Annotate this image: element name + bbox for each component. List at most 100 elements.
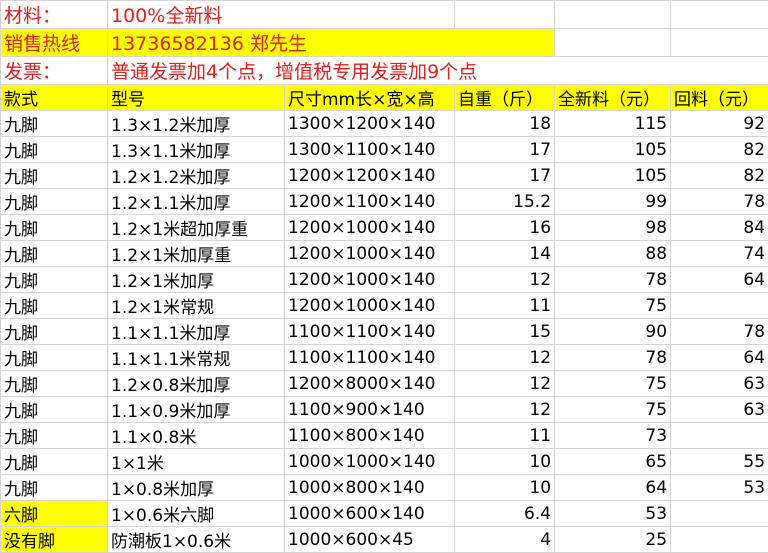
- material-value[interactable]: 100%全新料: [108, 1, 455, 29]
- new-price-cell[interactable]: 78: [555, 267, 671, 293]
- recycled-price-cell[interactable]: 53: [671, 475, 768, 501]
- style-cell[interactable]: 九脚: [1, 267, 108, 293]
- weight-cell[interactable]: 15: [455, 319, 555, 345]
- size-cell[interactable]: 1200×1000×140: [285, 267, 455, 293]
- recycled-price-cell[interactable]: 55: [671, 449, 768, 475]
- new-price-cell[interactable]: 105: [555, 163, 671, 189]
- recycled-price-cell[interactable]: 82: [671, 163, 768, 189]
- model-cell[interactable]: 1.3×1.1米加厚: [108, 137, 285, 163]
- size-cell[interactable]: 1200×1000×140: [285, 215, 455, 241]
- model-cell[interactable]: 1.1×1.1米加厚: [108, 319, 285, 345]
- model-cell[interactable]: 1×1米: [108, 449, 285, 475]
- recycled-price-cell[interactable]: 82: [671, 137, 768, 163]
- new-price-cell[interactable]: 75: [555, 371, 671, 397]
- size-cell[interactable]: 1100×900×140: [285, 397, 455, 423]
- style-cell[interactable]: 九脚: [1, 397, 108, 423]
- header-model[interactable]: 型号: [108, 85, 285, 111]
- style-cell[interactable]: 六脚: [1, 501, 108, 527]
- style-cell[interactable]: 九脚: [1, 241, 108, 267]
- model-cell[interactable]: 1.3×1.2米加厚: [108, 111, 285, 137]
- model-cell[interactable]: 1.2×1.1米加厚: [108, 189, 285, 215]
- weight-cell[interactable]: 12: [455, 371, 555, 397]
- size-cell[interactable]: 1100×1100×140: [285, 319, 455, 345]
- size-cell[interactable]: 1200×1000×140: [285, 293, 455, 319]
- header-style[interactable]: 款式: [1, 85, 108, 111]
- weight-cell[interactable]: 14: [455, 241, 555, 267]
- empty-cell[interactable]: [455, 1, 555, 29]
- style-cell[interactable]: 九脚: [1, 293, 108, 319]
- empty-cell[interactable]: [555, 29, 671, 57]
- size-cell[interactable]: 1200×1000×140: [285, 241, 455, 267]
- header-new-price[interactable]: 全新料（元）: [555, 85, 671, 111]
- new-price-cell[interactable]: 90: [555, 319, 671, 345]
- weight-cell[interactable]: 10: [455, 449, 555, 475]
- size-cell[interactable]: 1100×800×140: [285, 423, 455, 449]
- recycled-price-cell[interactable]: 92: [671, 111, 768, 137]
- size-cell[interactable]: 1300×1200×140: [285, 111, 455, 137]
- model-cell[interactable]: 1.1×0.9米加厚: [108, 397, 285, 423]
- size-cell[interactable]: 1000×600×140: [285, 501, 455, 527]
- recycled-price-cell[interactable]: [671, 293, 768, 319]
- model-cell[interactable]: 1×0.8米加厚: [108, 475, 285, 501]
- style-cell[interactable]: 九脚: [1, 475, 108, 501]
- style-cell[interactable]: 九脚: [1, 215, 108, 241]
- recycled-price-cell[interactable]: 64: [671, 267, 768, 293]
- header-size[interactable]: 尺寸mm长×宽×高: [285, 85, 455, 111]
- recycled-price-cell[interactable]: 74: [671, 241, 768, 267]
- recycled-price-cell[interactable]: 78: [671, 189, 768, 215]
- empty-cell[interactable]: [671, 1, 768, 29]
- model-cell[interactable]: 1.2×1.2米加厚: [108, 163, 285, 189]
- model-cell[interactable]: 1.2×1米常规: [108, 293, 285, 319]
- style-cell[interactable]: 九脚: [1, 371, 108, 397]
- new-price-cell[interactable]: 99: [555, 189, 671, 215]
- invoice-label[interactable]: 发票：: [1, 57, 108, 85]
- weight-cell[interactable]: 18: [455, 111, 555, 137]
- model-cell[interactable]: 1.1×1.1米常规: [108, 345, 285, 371]
- style-cell[interactable]: 九脚: [1, 111, 108, 137]
- new-price-cell[interactable]: 115: [555, 111, 671, 137]
- empty-cell[interactable]: [555, 1, 671, 29]
- new-price-cell[interactable]: 53: [555, 501, 671, 527]
- new-price-cell[interactable]: 73: [555, 423, 671, 449]
- style-cell[interactable]: 九脚: [1, 163, 108, 189]
- weight-cell[interactable]: 12: [455, 345, 555, 371]
- size-cell[interactable]: 1000×800×140: [285, 475, 455, 501]
- new-price-cell[interactable]: 88: [555, 241, 671, 267]
- size-cell[interactable]: 1100×1100×140: [285, 345, 455, 371]
- weight-cell[interactable]: 16: [455, 215, 555, 241]
- model-cell[interactable]: 1.2×1米超加厚重: [108, 215, 285, 241]
- empty-cell[interactable]: [671, 29, 768, 57]
- model-cell[interactable]: 1.2×1米加厚: [108, 267, 285, 293]
- style-cell[interactable]: 九脚: [1, 345, 108, 371]
- recycled-price-cell[interactable]: [671, 501, 768, 527]
- size-cell[interactable]: 1200×1100×140: [285, 189, 455, 215]
- weight-cell[interactable]: 6.4: [455, 501, 555, 527]
- weight-cell[interactable]: 12: [455, 397, 555, 423]
- weight-cell[interactable]: 11: [455, 423, 555, 449]
- material-label[interactable]: 材料：: [1, 1, 108, 29]
- invoice-value[interactable]: 普通发票加4个点，增值税专用发票加9个点: [108, 57, 768, 85]
- style-cell[interactable]: 九脚: [1, 137, 108, 163]
- new-price-cell[interactable]: 65: [555, 449, 671, 475]
- new-price-cell[interactable]: 78: [555, 345, 671, 371]
- size-cell[interactable]: 1200×1200×140: [285, 163, 455, 189]
- header-weight[interactable]: 自重（斤）: [455, 85, 555, 111]
- recycled-price-cell[interactable]: [671, 423, 768, 449]
- weight-cell[interactable]: 15.2: [455, 189, 555, 215]
- model-cell[interactable]: 1×0.6米六脚: [108, 501, 285, 527]
- new-price-cell[interactable]: 75: [555, 397, 671, 423]
- model-cell[interactable]: 1.1×0.8米: [108, 423, 285, 449]
- hotline-label[interactable]: 销售热线: [1, 29, 108, 57]
- weight-cell[interactable]: 11: [455, 293, 555, 319]
- weight-cell[interactable]: 17: [455, 163, 555, 189]
- hotline-value[interactable]: 13736582136 郑先生: [108, 29, 555, 57]
- weight-cell[interactable]: 17: [455, 137, 555, 163]
- size-cell[interactable]: 1200×8000×140: [285, 371, 455, 397]
- style-cell[interactable]: 九脚: [1, 449, 108, 475]
- weight-cell[interactable]: 12: [455, 267, 555, 293]
- recycled-price-cell[interactable]: 63: [671, 397, 768, 423]
- recycled-price-cell[interactable]: 78: [671, 319, 768, 345]
- new-price-cell[interactable]: 64: [555, 475, 671, 501]
- style-cell[interactable]: 九脚: [1, 189, 108, 215]
- model-cell[interactable]: 1.2×1米加厚重: [108, 241, 285, 267]
